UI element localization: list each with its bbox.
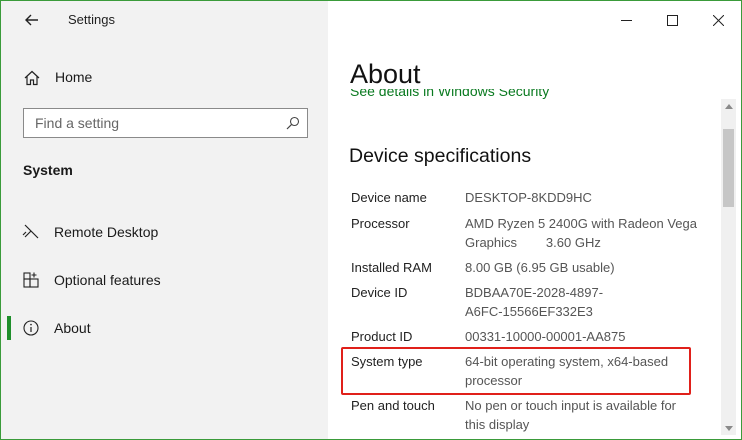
sidebar-item-optional-features[interactable]: Optional features (1, 263, 328, 297)
spec-value-line: BDBAA70E-2028-4897- (465, 285, 604, 300)
close-icon (712, 14, 724, 26)
spec-key: Processor (351, 216, 410, 231)
scroll-thumb[interactable] (723, 129, 734, 207)
spec-value-line: A6FC-15566EF332E3 (465, 304, 593, 319)
settings-window: Settings Home System Remote Desktop (0, 0, 742, 440)
sidebar-item-home[interactable]: Home (1, 64, 328, 92)
chevron-down-icon (724, 425, 733, 431)
sidebar-item-remote-desktop[interactable]: Remote Desktop (1, 215, 328, 249)
specs-heading: Device specifications (349, 145, 532, 167)
home-icon (24, 70, 40, 86)
info-icon (23, 320, 39, 336)
search-input[interactable] (24, 109, 285, 137)
spec-value-line: No pen or touch input is available for (465, 398, 677, 413)
back-arrow-icon (25, 14, 38, 26)
optional-features-icon (23, 272, 39, 288)
windows-security-link[interactable]: See details in Windows Security (350, 89, 690, 103)
scroll-down-button[interactable] (721, 421, 736, 435)
windows-security-link-text[interactable]: See details in Windows Security (350, 89, 549, 99)
maximize-button[interactable] (649, 1, 695, 39)
spec-key: Device ID (351, 285, 408, 300)
spec-value-line: AMD Ryzen 5 2400G with Radeon Vega (465, 216, 697, 231)
maximize-icon (666, 14, 678, 26)
spec-value: 8.00 GB (6.95 GB usable) (465, 258, 715, 277)
chevron-up-icon (724, 103, 733, 109)
sidebar-item-label: Remote Desktop (54, 224, 159, 240)
sidebar-item-label: Optional features (54, 272, 161, 288)
title-bar: Settings (1, 1, 328, 39)
spec-value-line: Graphics 3.60 GHz (465, 235, 601, 250)
section-heading-system: System (23, 162, 73, 178)
spec-key: Product ID (351, 329, 413, 344)
page-title: About (350, 59, 421, 89)
close-button[interactable] (695, 1, 741, 39)
sidebar: Settings Home System Remote Desktop (1, 1, 328, 439)
spec-key: Installed RAM (351, 260, 432, 275)
selection-indicator (7, 316, 11, 340)
home-label: Home (55, 69, 93, 85)
sidebar-item-label: About (54, 320, 91, 336)
spec-value-line: 00331-10000-00001-AA875 (465, 329, 626, 344)
spec-key: Device name (351, 190, 427, 205)
scroll-up-button[interactable] (721, 99, 736, 113)
spec-value: 00331-10000-00001-AA875 (465, 327, 715, 346)
remote-desktop-icon (22, 224, 39, 239)
spec-value-line: 8.00 GB (6.95 GB usable) (465, 260, 615, 275)
spec-value-line: this display (465, 417, 530, 432)
window-controls (603, 1, 741, 39)
spec-value: No pen or touch input is available for t… (465, 396, 715, 434)
spec-value: DESKTOP-8KDD9HC (465, 188, 715, 207)
search-icon[interactable] (286, 116, 300, 130)
search-box[interactable] (23, 108, 308, 138)
minimize-icon (620, 19, 632, 21)
sidebar-item-about[interactable]: About (1, 311, 328, 345)
spec-value: BDBAA70E-2028-4897- A6FC-15566EF332E3 (465, 283, 715, 321)
spec-value-line: DESKTOP-8KDD9HC (465, 190, 592, 205)
app-title: Settings (68, 12, 115, 27)
back-button[interactable] (18, 9, 46, 31)
vertical-scrollbar[interactable] (721, 99, 736, 435)
system-type-highlight (341, 347, 691, 395)
spec-key: Pen and touch (351, 398, 435, 413)
spec-value: AMD Ryzen 5 2400G with Radeon Vega Graph… (465, 214, 715, 252)
minimize-button[interactable] (603, 1, 649, 39)
